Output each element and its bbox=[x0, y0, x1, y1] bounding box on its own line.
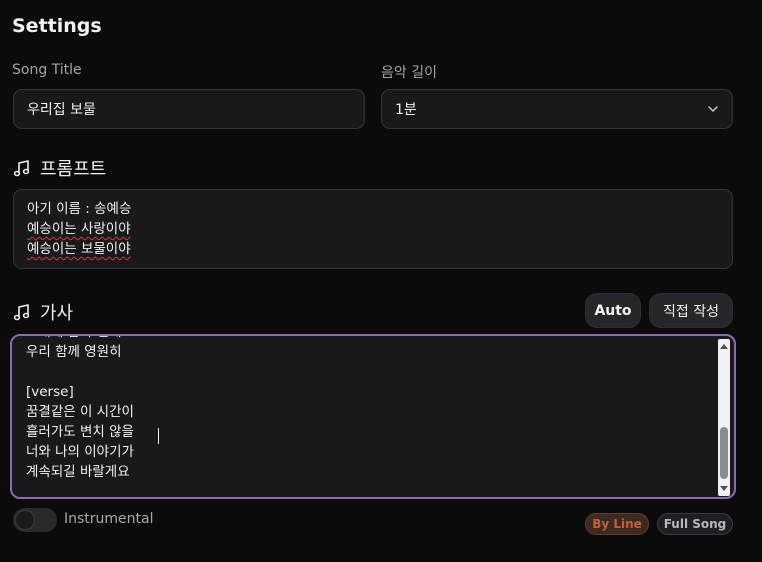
by-line-chip[interactable]: By Line bbox=[585, 513, 649, 535]
auto-button[interactable]: Auto bbox=[585, 293, 641, 328]
scrollbar-thumb[interactable] bbox=[720, 427, 728, 479]
lyrics-textarea[interactable]: 노래에 담아 전해요 우리 함께 영원히 [verse] 꿈결같은 이 시간이 … bbox=[10, 334, 736, 499]
music-length-select[interactable]: 1분 bbox=[381, 89, 733, 129]
scroll-up-icon[interactable] bbox=[718, 340, 730, 352]
song-title-label: Song Title bbox=[12, 62, 82, 78]
prompt-heading: 프롬프트 bbox=[12, 155, 106, 181]
toggle-knob bbox=[15, 510, 35, 530]
instrumental-toggle[interactable] bbox=[13, 508, 57, 532]
music-note-icon bbox=[12, 302, 32, 322]
prompt-textarea[interactable]: 아기 이름 : 송예승 예승이는 사랑이야 예승이는 보물이야 bbox=[13, 189, 733, 269]
song-title-value: 우리집 보물 bbox=[27, 102, 96, 118]
music-note-icon bbox=[12, 158, 32, 178]
page-title: Settings bbox=[12, 15, 102, 37]
settings-panel: Settings Song Title 음악 길이 우리집 보물 1분 프롬프트… bbox=[0, 0, 762, 562]
scroll-down-icon[interactable] bbox=[718, 483, 730, 495]
text-caret bbox=[158, 428, 159, 444]
prompt-line-text: 예승이는 보물이야 bbox=[27, 241, 131, 257]
prompt-heading-text: 프롬프트 bbox=[40, 159, 107, 180]
manual-write-button[interactable]: 직접 작성 bbox=[649, 293, 733, 328]
prompt-line: 예승이는 보물이야 bbox=[27, 239, 719, 259]
music-length-value: 1분 bbox=[395, 102, 417, 118]
lyrics-text: 노래에 담아 전해요 우리 함께 영원히 [verse] 꿈결같은 이 시간이 … bbox=[26, 336, 134, 480]
prompt-line: 아기 이름 : 송예승 bbox=[27, 201, 132, 217]
music-length-label: 음악 길이 bbox=[381, 65, 437, 81]
full-song-chip[interactable]: Full Song bbox=[657, 513, 733, 535]
song-title-input[interactable]: 우리집 보물 bbox=[13, 89, 365, 129]
prompt-line-text: 예승이는 사랑이야 bbox=[27, 221, 131, 237]
lyrics-heading: 가사 bbox=[12, 299, 73, 325]
instrumental-label: Instrumental bbox=[64, 511, 154, 527]
lyrics-scrollbar[interactable] bbox=[718, 339, 730, 496]
prompt-line: 예승이는 사랑이야 bbox=[27, 219, 719, 239]
chevron-down-icon bbox=[707, 103, 719, 115]
lyrics-heading-text: 가사 bbox=[40, 303, 74, 324]
